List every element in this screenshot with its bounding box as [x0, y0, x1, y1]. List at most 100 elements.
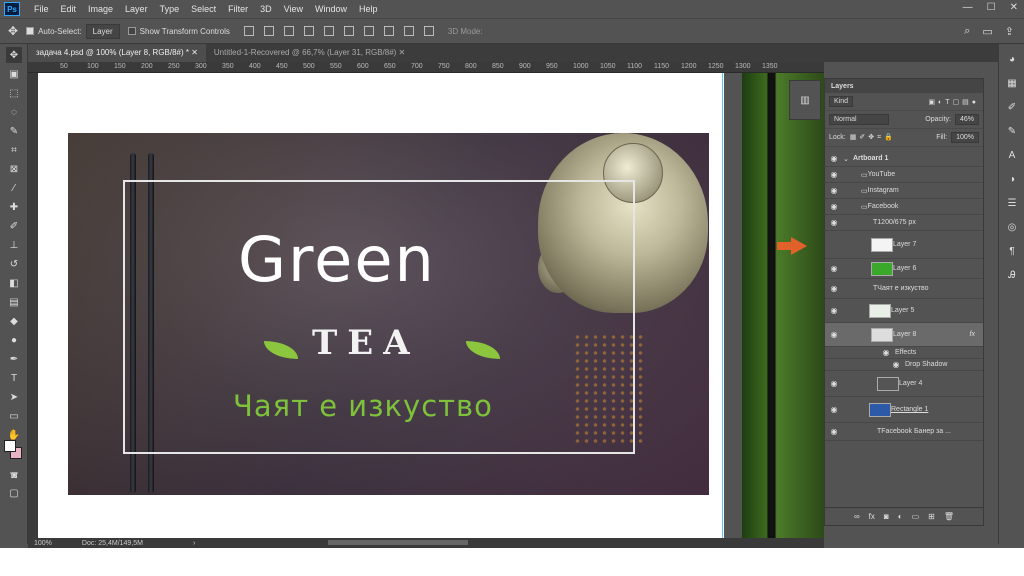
artboard[interactable]: Green TEA Чаят е изкуство — [38, 73, 724, 538]
align-left-icon[interactable] — [303, 26, 314, 36]
healing-brush-icon[interactable]: ✚ — [6, 199, 22, 215]
transform-controls-checkbox[interactable] — [127, 27, 136, 35]
marquee-tool-icon[interactable]: ⬚ — [6, 85, 22, 101]
eye-icon[interactable]: ◉ — [825, 306, 843, 315]
brush-settings-icon[interactable]: ✎ — [1003, 122, 1021, 140]
blend-mode-dropdown[interactable]: Normal — [829, 114, 889, 125]
kind-filter[interactable]: Kind — [829, 96, 854, 107]
delete-layer-icon[interactable]: 🗑 — [944, 512, 954, 521]
libraries-panel-icon[interactable]: ◎ — [1003, 218, 1021, 236]
workspace-icon[interactable]: ▭ — [982, 25, 992, 38]
character-panel-icon[interactable]: A — [1003, 146, 1021, 164]
swatches-panel-icon[interactable]: ▦ — [1003, 74, 1021, 92]
close-button[interactable]: ✕ — [1010, 2, 1018, 13]
stamp-tool-icon[interactable]: ⊥ — [6, 237, 22, 253]
menu-edit[interactable]: Edit — [55, 4, 83, 14]
menu-select[interactable]: Select — [185, 4, 222, 14]
move-tool-icon[interactable]: ✥ — [8, 24, 18, 38]
layers-tab[interactable]: Layers — [825, 79, 983, 93]
frame-tool-icon[interactable]: ⊠ — [6, 161, 22, 177]
fx-badge[interactable]: fx — [970, 331, 975, 338]
layer-row-artboard[interactable]: ◉ ⌄ Artboard 1 — [825, 151, 983, 167]
eye-icon[interactable]: ◉ — [825, 186, 843, 195]
glyphs-panel-icon[interactable]: Ꭿ — [1003, 266, 1021, 284]
eye-icon[interactable]: ◉ — [825, 284, 843, 293]
new-group-icon[interactable]: ▭ — [912, 512, 920, 521]
brushes-panel-icon[interactable]: ✐ — [1003, 98, 1021, 116]
layer-row-layer6[interactable]: ◉ Layer 6 — [825, 259, 983, 279]
share-icon[interactable]: ⇪ — [1005, 25, 1014, 38]
distribute-top-icon[interactable] — [363, 26, 374, 36]
tab-untitled-recovered[interactable]: Untitled-1-Recovered @ 66,7% (Layer 31, … — [206, 44, 413, 62]
color-panel-icon[interactable]: ◕ — [1003, 50, 1021, 68]
eye-icon[interactable]: ◉ — [825, 154, 843, 163]
distribute-bottom-icon[interactable] — [403, 26, 414, 36]
layer-row-rectangle1[interactable]: ◉ Rectangle 1 — [825, 397, 983, 423]
menu-filter[interactable]: Filter — [222, 4, 254, 14]
eye-icon[interactable]: ◉ — [825, 202, 843, 211]
menu-help[interactable]: Help — [353, 4, 384, 14]
quick-mask-icon[interactable]: ◙ — [6, 467, 22, 483]
path-select-icon[interactable]: ➤ — [6, 389, 22, 405]
filter-icons[interactable]: ▣◐T▢▤● — [928, 98, 979, 106]
distribute-middle-icon[interactable] — [383, 26, 394, 36]
layer-row-layer8[interactable]: ◉ Layer 8 fx — [825, 323, 983, 347]
eyedropper-tool-icon[interactable]: ⁄ — [6, 180, 22, 196]
eye-icon[interactable]: ◉ — [825, 379, 843, 388]
history-brush-icon[interactable]: ↺ — [6, 256, 22, 272]
distribute-left-icon[interactable] — [423, 26, 434, 36]
fill-input[interactable]: 100% — [951, 132, 979, 143]
layer-row-tagline[interactable]: ◉ T Чаят е изкуство — [825, 279, 983, 299]
eraser-tool-icon[interactable]: ◧ — [6, 275, 22, 291]
expand-arrow-icon[interactable]: ⌄ — [843, 155, 853, 163]
add-style-icon[interactable]: fx — [869, 512, 875, 521]
gradient-tool-icon[interactable]: ▤ — [6, 294, 22, 310]
pen-tool-icon[interactable]: ✒ — [6, 351, 22, 367]
search-icon[interactable]: ⌕ — [964, 25, 970, 38]
layer-row-size-text[interactable]: ◉ T 1200/675 px — [825, 215, 983, 231]
blur-tool-icon[interactable]: ◆ — [6, 313, 22, 329]
shape-tool-icon[interactable]: ▭ — [6, 408, 22, 424]
menu-layer[interactable]: Layer — [119, 4, 154, 14]
layer-row-layer5[interactable]: ◉ Layer 5 — [825, 299, 983, 323]
foreground-color-swatch[interactable] — [4, 440, 16, 452]
layer-row-facebook[interactable]: ◉ ▭ Facebook — [825, 199, 983, 215]
screen-mode-icon[interactable]: ▢ — [6, 485, 22, 501]
quick-select-tool-icon[interactable]: ✎ — [6, 123, 22, 139]
eye-icon[interactable]: ◉ — [825, 218, 843, 227]
dodge-tool-icon[interactable]: ● — [6, 332, 22, 348]
brush-tool-icon[interactable]: ✐ — [6, 218, 22, 234]
adjustments-panel-icon[interactable]: ◑ — [1003, 170, 1021, 188]
eye-icon[interactable]: ◉ — [887, 360, 905, 369]
status-arrow[interactable]: › — [193, 540, 195, 547]
type-tool-icon[interactable]: T — [6, 370, 22, 386]
align-center-icon[interactable] — [323, 26, 334, 36]
align-top-icon[interactable] — [243, 26, 254, 36]
horizontal-scrollbar[interactable] — [328, 540, 468, 545]
menu-type[interactable]: Type — [154, 4, 186, 14]
layer-row-instagram[interactable]: ◉ ▭ Instagram — [825, 183, 983, 199]
eye-icon[interactable]: ◉ — [825, 330, 843, 339]
banner-image[interactable]: Green TEA Чаят е изкуство — [68, 133, 709, 495]
minimize-button[interactable]: — — [963, 2, 973, 13]
link-layers-icon[interactable]: ∞ — [854, 512, 860, 521]
canvas-area[interactable]: Green TEA Чаят е изкуство — [38, 73, 824, 538]
tab-zadacha4[interactable]: задача 4.psd @ 100% (Layer 8, RGB/8#) * … — [28, 44, 206, 62]
move-tool-icon[interactable]: ✥ — [6, 47, 22, 63]
layer-row-effects[interactable]: ◉ Effects — [825, 347, 983, 359]
align-bottom-icon[interactable] — [283, 26, 294, 36]
add-mask-icon[interactable]: ◙ — [884, 512, 889, 521]
align-middle-icon[interactable] — [263, 26, 274, 36]
eye-icon[interactable]: ◉ — [877, 348, 895, 357]
zoom-level[interactable]: 100% — [34, 540, 52, 547]
menu-file[interactable]: File — [28, 4, 55, 14]
menu-image[interactable]: Image — [82, 4, 119, 14]
layer-row-layer7[interactable]: Layer 7 — [777, 231, 983, 259]
menu-window[interactable]: Window — [309, 4, 353, 14]
adjustment-layer-icon[interactable]: ◐ — [898, 512, 903, 521]
eye-icon[interactable]: ◉ — [825, 170, 843, 179]
layer-row-layer4[interactable]: ◉ Layer 4 — [825, 371, 983, 397]
layer-row-youtube[interactable]: ◉ ▭ YouTube — [825, 167, 983, 183]
align-right-icon[interactable] — [343, 26, 354, 36]
crop-tool-icon[interactable]: ⌗ — [6, 142, 22, 158]
